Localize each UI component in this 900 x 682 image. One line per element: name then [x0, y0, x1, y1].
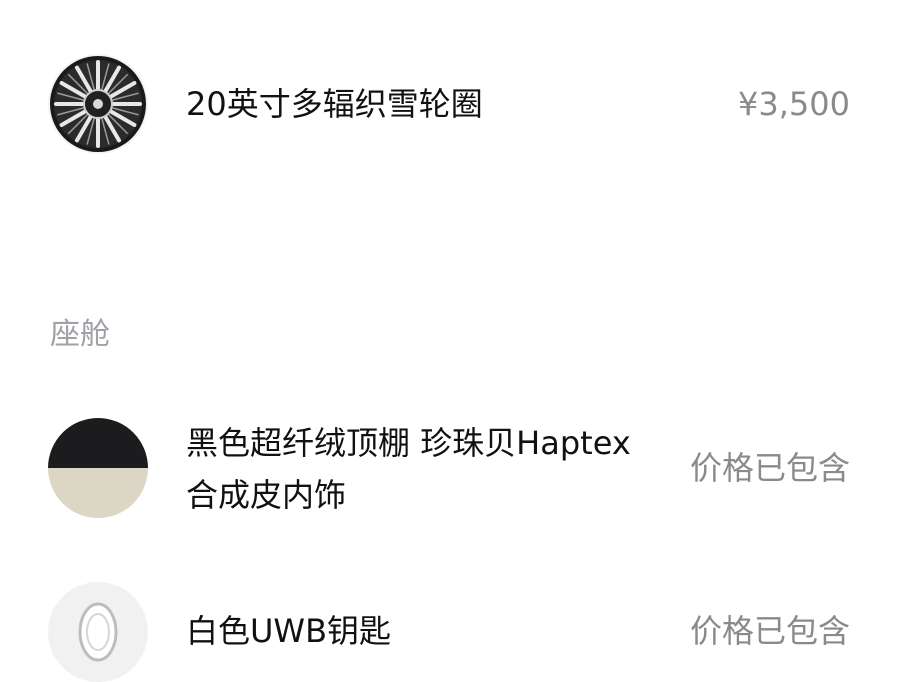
option-name: 20英寸多辐织雪轮圈 — [186, 85, 483, 123]
option-name-line2: 合成皮内饰 — [186, 476, 347, 514]
interior-swatch-image — [48, 418, 148, 518]
option-price: ¥3,500 — [738, 85, 850, 123]
option-row-interior[interactable]: 黑色超纤绒顶棚 珍珠贝Haptex 合成皮内饰 价格已包含 — [0, 400, 900, 540]
key-icon — [78, 602, 118, 662]
option-row-key[interactable]: 白色UWB钥匙 价格已包含 — [0, 570, 900, 682]
option-name: 白色UWB钥匙 — [186, 612, 392, 650]
uwb-key-image — [48, 582, 148, 682]
option-name-line1: 黑色超纤绒顶棚 珍珠贝Haptex — [186, 424, 631, 462]
section-title-cabin: 座舱 — [50, 317, 110, 352]
option-row-wheels[interactable]: 20英寸多辐织雪轮圈 ¥3,500 — [0, 0, 900, 210]
wheel-image — [48, 54, 148, 154]
trim-swatch — [48, 468, 148, 518]
wheel-icon — [50, 56, 146, 152]
option-price: 价格已包含 — [689, 612, 850, 650]
option-price: 价格已包含 — [689, 449, 850, 487]
headliner-swatch — [48, 418, 148, 468]
